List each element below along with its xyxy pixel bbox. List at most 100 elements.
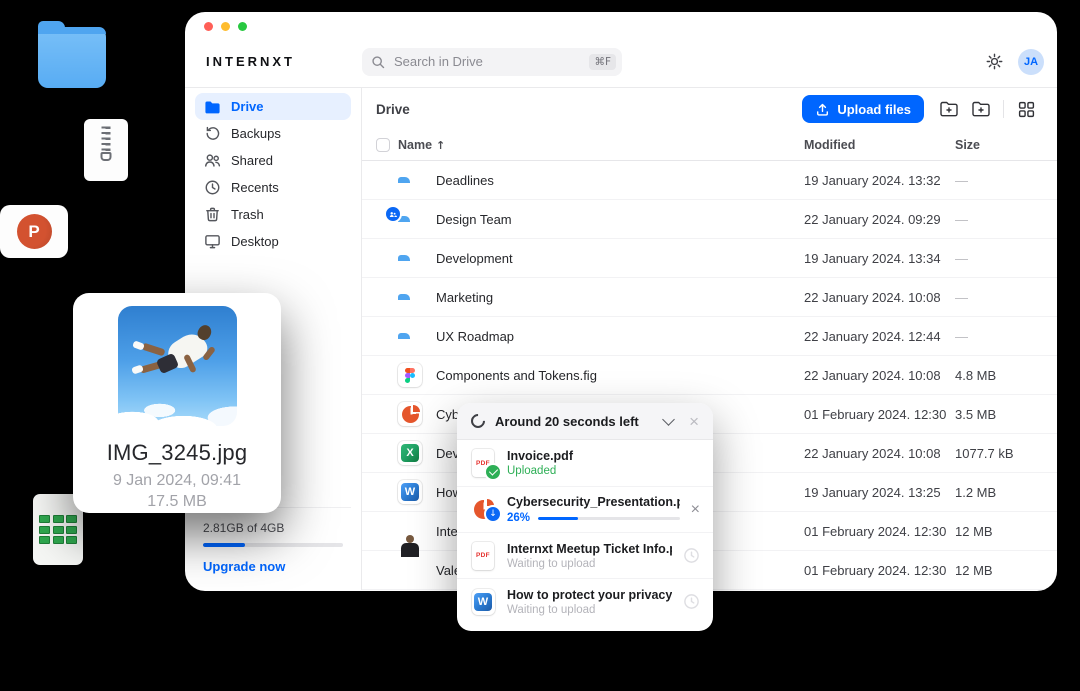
upload-item-name: How to protect your privacy.doc (507, 588, 672, 602)
search-icon (371, 55, 385, 69)
upload-item: W How to protect your privacy.doc Waitin… (457, 578, 713, 624)
search-input[interactable] (392, 53, 582, 70)
waiting-clock-icon (683, 593, 700, 610)
internxt-logo: INTERNXT (206, 54, 295, 69)
folder-plus-icon (971, 100, 991, 118)
sidebar-item-label: Recents (231, 180, 279, 195)
sidebar-item-label: Drive (231, 99, 264, 114)
sidebar-item-label: Shared (231, 153, 273, 168)
powerpoint-file-icon[interactable]: P (0, 205, 68, 258)
upload-folder-button[interactable] (937, 97, 961, 121)
waiting-clock-icon (683, 547, 700, 564)
history-icon (204, 125, 221, 142)
sidebar-item-backups[interactable]: Backups (195, 120, 351, 147)
upload-progress-fill (538, 517, 578, 520)
table-row[interactable]: UX Roadmap 22 January 2024. 12:44 — (362, 317, 1057, 356)
excel-icon: X (398, 441, 422, 465)
cancel-upload-icon[interactable]: × (691, 502, 700, 518)
pdf-icon: PDF (472, 542, 494, 570)
create-folder-button[interactable] (969, 97, 993, 121)
trash-icon (204, 206, 221, 223)
table-row[interactable]: Components and Tokens.fig 22 January 202… (362, 356, 1057, 395)
sidebar-item-recents[interactable]: Recents (195, 174, 351, 201)
zoom-window-button[interactable] (238, 22, 247, 31)
toolbar-divider (1003, 100, 1004, 118)
upload-time-remaining: Around 20 seconds left (495, 414, 664, 429)
gear-icon (985, 52, 1004, 71)
zipper-glyph (102, 125, 111, 151)
upload-item-name: Invoice.pdf (507, 449, 700, 463)
storage-progress-bar (203, 543, 343, 547)
uploaded-check-icon (484, 463, 502, 481)
storage-indicator: 2.81GB of 4GB Upgrade now (195, 507, 351, 590)
upload-item: PDF Invoice.pdf Uploaded (457, 440, 713, 486)
table-row[interactable]: Deadlines 19 January 2024. 13:32 — (362, 161, 1057, 200)
folder-plus-icon (939, 100, 959, 118)
upload-item-status: Waiting to upload (507, 558, 672, 570)
image-preview-card[interactable]: IMG_3245.jpg 9 Jan 2024, 09:41 17.5 MB (73, 293, 281, 513)
sidebar-item-label: Trash (231, 207, 264, 222)
search-bar[interactable]: ⌘F (362, 48, 622, 76)
sidebar-item-trash[interactable]: Trash (195, 201, 351, 228)
sort-ascending-icon: ↑ (436, 139, 445, 152)
search-shortcut-badge: ⌘F (589, 54, 616, 70)
storage-progress-fill (203, 543, 245, 547)
shared-badge-icon (384, 205, 402, 223)
drive-toolbar: Drive Upload files (362, 88, 1057, 130)
breadcrumb: Drive (376, 102, 410, 117)
table-row[interactable]: Design Team 22 January 2024. 09:29 — (362, 200, 1057, 239)
table-row[interactable]: Development 19 January 2024. 13:34 — (362, 239, 1057, 278)
column-header-size: Size (955, 138, 1039, 152)
word-icon: W (472, 589, 495, 615)
close-window-button[interactable] (204, 22, 213, 31)
upload-item-name: Cybersecurity_Presentation.ppt (507, 495, 680, 509)
upload-progress-modal: Around 20 seconds left × PDF Invoice.pdf… (457, 403, 713, 631)
photo-thumbnail (118, 306, 237, 426)
upload-item-status: Uploaded (507, 465, 700, 477)
column-header-modified: Modified (804, 138, 955, 152)
desktop-folder-icon[interactable] (38, 27, 106, 88)
sidebar-item-label: Desktop (231, 234, 279, 249)
image-date: 9 Jan 2024, 09:41 (73, 472, 281, 490)
grid-icon (1018, 101, 1035, 118)
word-icon: W (398, 480, 422, 504)
account-avatar[interactable]: JA (1018, 49, 1044, 75)
upload-progress-bar (538, 517, 680, 520)
settings-button[interactable] (981, 49, 1007, 75)
table-header: Name ↑ Modified Size (362, 130, 1057, 161)
powerpoint-logo-icon: P (17, 214, 52, 249)
window-controls (204, 22, 247, 31)
collapse-chevron-down-icon[interactable] (662, 413, 675, 426)
upload-files-button[interactable]: Upload files (802, 95, 924, 123)
upgrade-now-link[interactable]: Upgrade now (203, 559, 343, 574)
close-modal-icon[interactable]: × (689, 413, 699, 430)
image-filename: IMG_3245.jpg (73, 440, 281, 466)
minimize-window-button[interactable] (221, 22, 230, 31)
app-header: INTERNXT ⌘F JA (185, 12, 1057, 88)
grid-view-button[interactable] (1014, 97, 1038, 121)
folder-icon (204, 98, 221, 115)
monitor-icon (204, 233, 221, 250)
upload-files-label: Upload files (837, 102, 911, 117)
sidebar-item-drive[interactable]: Drive (195, 93, 351, 120)
sidebar-item-shared[interactable]: Shared (195, 147, 351, 174)
zip-file-icon[interactable] (84, 119, 128, 181)
upload-icon (815, 102, 830, 117)
upload-item-name: Internxt Meetup Ticket Info.pdf (507, 542, 672, 556)
storage-usage-label: 2.81GB of 4GB (203, 521, 343, 535)
column-header-name[interactable]: Name ↑ (398, 138, 804, 152)
sidebar-item-desktop[interactable]: Desktop (195, 228, 351, 255)
table-row[interactable]: Marketing 22 January 2024. 10:08 — (362, 278, 1057, 317)
powerpoint-icon (398, 402, 422, 426)
upload-item: PDF Internxt Meetup Ticket Info.pdf Wait… (457, 532, 713, 578)
desktop-background: { "brand": { "logo": "INTERNXT" }, "sear… (0, 0, 1080, 691)
zipper-pull-glyph (101, 152, 112, 161)
upload-item-status: Waiting to upload (507, 604, 672, 616)
upload-modal-header: Around 20 seconds left × (457, 403, 713, 440)
sidebar-item-label: Backups (231, 126, 281, 141)
figma-icon (398, 363, 422, 387)
clock-icon (204, 179, 221, 196)
select-all-checkbox[interactable] (376, 138, 390, 152)
upload-percent: 26% (507, 512, 530, 524)
users-icon (204, 152, 221, 169)
